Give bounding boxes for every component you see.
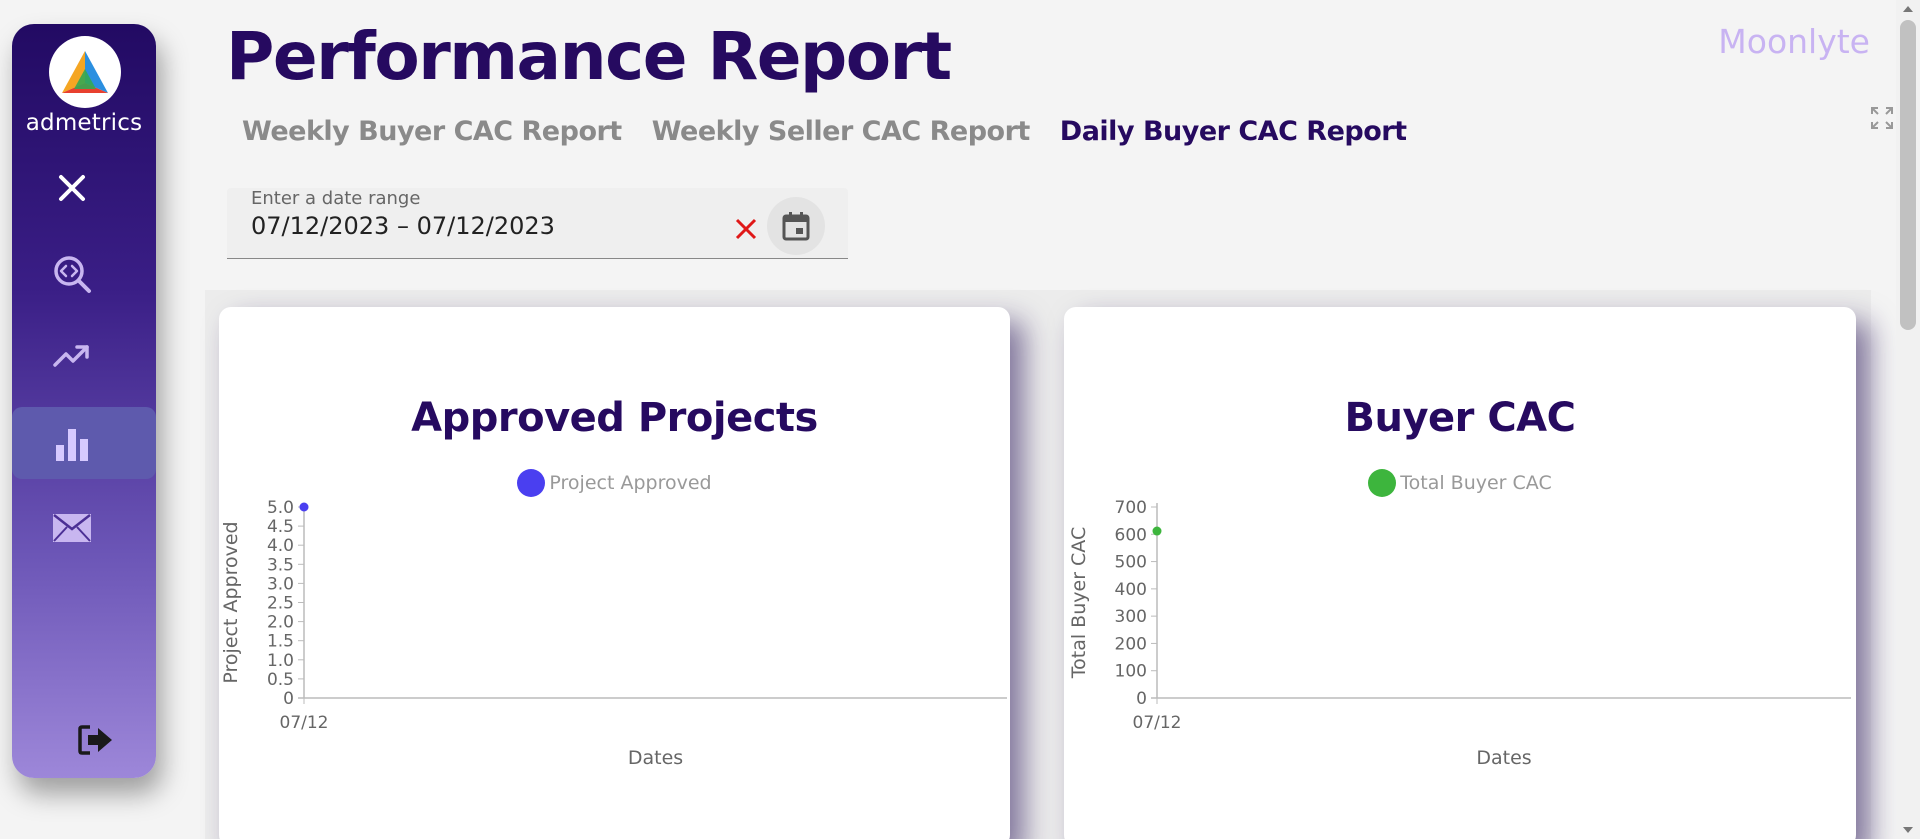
y-tick-label: 600 <box>1115 525 1147 545</box>
y-tick-label: 700 <box>1115 498 1147 518</box>
nav-mail[interactable] <box>40 500 104 556</box>
close-icon <box>59 175 85 201</box>
y-tick-label: 5.0 <box>267 498 294 518</box>
x-axis-label: Dates <box>628 747 683 769</box>
logout-button[interactable] <box>64 712 128 768</box>
page-scrollbar[interactable] <box>1896 0 1920 839</box>
nav-code-search[interactable] <box>40 246 104 302</box>
y-tick-label: 4.5 <box>267 517 294 537</box>
y-tick-label: 3.0 <box>267 574 294 594</box>
y-tick-label: 0 <box>283 689 294 709</box>
fullscreen-icon <box>1871 107 1893 129</box>
tab-weekly-buyer-cac[interactable]: Weekly Buyer CAC Report <box>242 116 622 147</box>
data-point <box>1152 526 1162 536</box>
date-range-value[interactable]: 07/12/2023 – 07/12/2023 <box>251 212 555 240</box>
brand-name: admetrics <box>25 110 143 136</box>
fullscreen-button[interactable] <box>1871 107 1893 129</box>
logo-icon <box>62 51 108 93</box>
code-search-icon <box>54 256 91 293</box>
y-tick-label: 2.5 <box>267 594 294 614</box>
sidebar: admetrics <box>12 24 156 778</box>
y-axis-label: Project Approved <box>220 521 242 683</box>
date-range-label: Enter a date range <box>251 188 421 209</box>
y-tick-label: 200 <box>1115 634 1147 654</box>
scroll-down-arrow[interactable] <box>1903 827 1913 833</box>
x-tick-label: 07/12 <box>1133 713 1182 733</box>
buyer-cac-card: Buyer CAC Total Buyer CAC 0 100 200 300 400 5… <box>1064 307 1856 839</box>
date-range-field[interactable]: Enter a date range 07/12/2023 – 07/12/20… <box>227 188 848 259</box>
report-tabs: Weekly Buyer CAC Report Weekly Seller CA… <box>242 116 1407 147</box>
tab-weekly-seller-cac[interactable]: Weekly Seller CAC Report <box>652 116 1031 147</box>
approved-projects-chart: 00.51.01.52.02.53.03.54.04.55.0 07/12 Date… <box>220 498 1007 769</box>
y-tick-label: 1.0 <box>267 651 294 671</box>
client-name: Moonlyte <box>1718 22 1870 61</box>
approved-projects-card: Approved Projects Project Approved 0 0.5 1… <box>219 307 1010 839</box>
scroll-thumb[interactable] <box>1900 20 1916 330</box>
y-tick-label: 3.5 <box>267 555 294 575</box>
clear-date-button[interactable] <box>731 214 761 244</box>
y-tick-label: 300 <box>1115 607 1147 627</box>
scroll-up-arrow[interactable] <box>1903 6 1913 12</box>
calendar-icon <box>782 212 810 241</box>
y-tick-label: 1.5 <box>267 632 294 652</box>
buyer-cac-chart: 0 100 200 300 400 500 600 700 07/12 Dates Total Bu… <box>1068 498 1851 769</box>
y-tick-label: 400 <box>1115 580 1147 600</box>
tab-daily-buyer-cac[interactable]: Daily Buyer CAC Report <box>1060 116 1407 147</box>
y-tick-label: 100 <box>1115 662 1147 682</box>
y-tick-label: 4.0 <box>267 536 294 556</box>
y-tick-label: 500 <box>1115 553 1147 573</box>
calendar-button[interactable] <box>767 197 825 255</box>
close-sidebar-button[interactable] <box>40 160 104 216</box>
y-tick-label: 0.5 <box>267 670 294 690</box>
nav-bar-chart[interactable] <box>12 407 156 479</box>
data-point <box>299 502 309 512</box>
trending-up-icon <box>53 345 89 367</box>
admetrics-logo <box>49 36 121 108</box>
nav-trending[interactable] <box>40 328 104 384</box>
page-title: Performance Report <box>226 18 952 95</box>
y-axis-label: Total Buyer CAC <box>1068 527 1090 679</box>
y-tick-label: 2.0 <box>267 613 294 633</box>
y-tick-label: 0 <box>1136 689 1147 709</box>
clear-icon <box>735 218 757 240</box>
x-axis-label: Dates <box>1476 747 1531 769</box>
mail-icon <box>53 514 91 542</box>
x-tick-label: 07/12 <box>280 713 329 733</box>
logout-icon <box>78 725 112 755</box>
bar-chart-icon <box>56 429 88 461</box>
